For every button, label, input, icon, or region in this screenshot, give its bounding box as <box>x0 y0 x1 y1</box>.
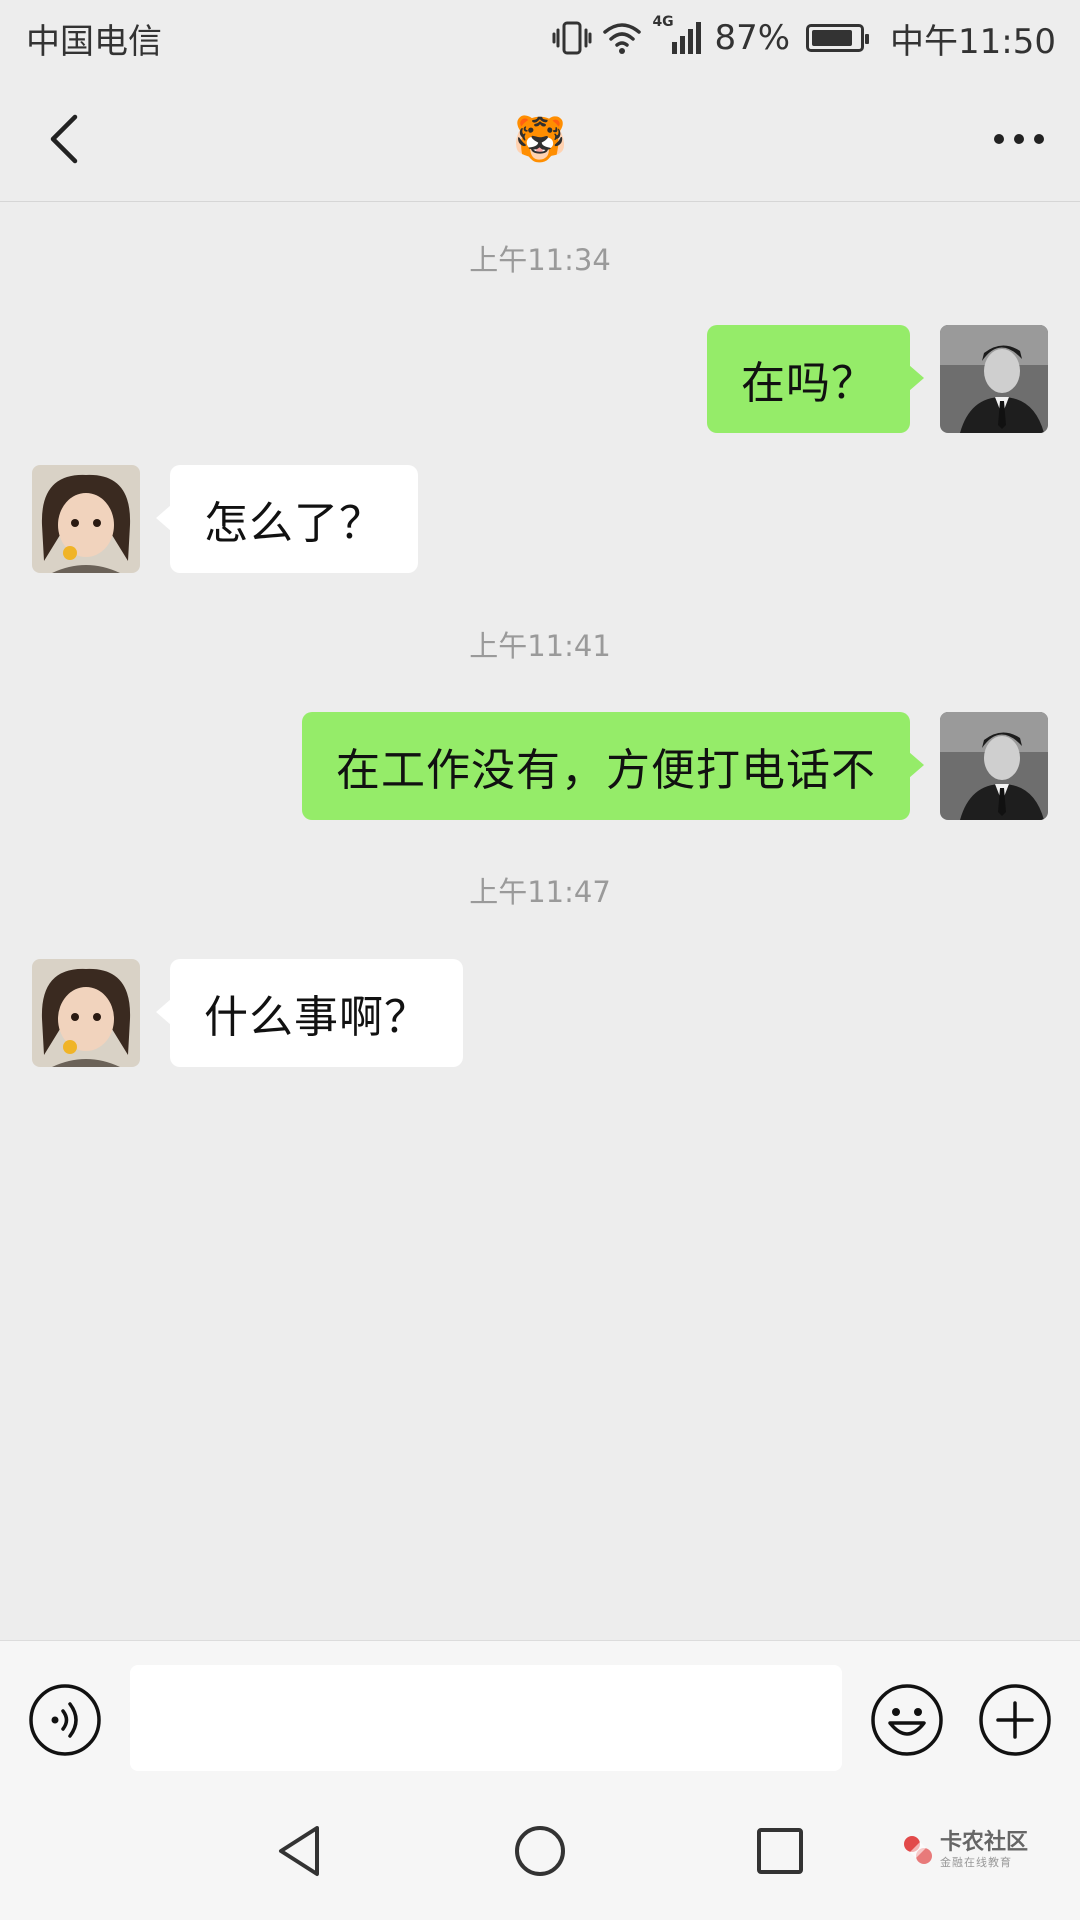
back-button[interactable] <box>30 104 100 174</box>
carrier-label: 中国电信 <box>26 21 162 62</box>
kanong-logo-icon <box>904 1836 932 1864</box>
clock: 中午11:50 <box>890 21 1056 62</box>
watermark-logo: 卡农社区 金融在线教育 <box>900 1832 1028 1868</box>
plus-icon <box>979 1684 1051 1756</box>
my-avatar[interactable] <box>940 325 1048 433</box>
contact-avatar[interactable] <box>32 465 140 573</box>
watermark-subtitle: 金融在线教育 <box>940 1856 1012 1869</box>
nav-home-button[interactable] <box>505 1816 575 1886</box>
timestamp: 上午11:34 <box>469 243 611 277</box>
message-input[interactable] <box>130 1665 842 1771</box>
circle-home-icon <box>515 1826 565 1876</box>
network-type-label: 4G <box>652 14 674 30</box>
battery-percent: 87% <box>714 18 791 58</box>
message-list[interactable]: 上午11:34 在吗？ 怎么了？ 上午11:41 在工作没有，方便打电话不 上午… <box>0 203 1080 1640</box>
received-message-bubble[interactable]: 怎么了？ <box>156 465 418 573</box>
watermark-title: 卡农社区 <box>940 1830 1029 1855</box>
vibrate-icon <box>552 20 592 56</box>
add-button[interactable] <box>978 1683 1052 1757</box>
nav-back-button[interactable] <box>264 1816 334 1886</box>
chat-header: 🐯 <box>0 76 1080 202</box>
contact-avatar[interactable] <box>32 959 140 1067</box>
emoji-icon <box>871 1684 943 1756</box>
received-message-bubble[interactable]: 什么事啊？ <box>156 959 463 1067</box>
nav-recents-button[interactable] <box>745 1816 815 1886</box>
battery-icon <box>806 24 870 52</box>
emoji-button[interactable] <box>870 1683 944 1757</box>
chat-title: 🐯 <box>512 113 568 165</box>
composer-bar <box>0 1640 1080 1782</box>
sent-message-bubble[interactable]: 在工作没有，方便打电话不 <box>302 712 924 820</box>
square-recents-icon <box>757 1828 803 1874</box>
timestamp: 上午11:47 <box>469 875 611 909</box>
chevron-left-icon <box>50 114 78 163</box>
more-button[interactable] <box>984 104 1054 174</box>
system-nav-bar: 卡农社区 金融在线教育 <box>0 1782 1080 1920</box>
triangle-back-icon <box>279 1826 319 1876</box>
my-avatar[interactable] <box>940 712 1048 820</box>
ellipsis-icon <box>994 133 1044 144</box>
signal-icon: 4G <box>652 14 704 56</box>
sent-message-bubble[interactable]: 在吗？ <box>707 325 924 433</box>
voice-icon <box>29 1684 101 1756</box>
status-indicators: 4G 87% 中午11:50 <box>552 14 1056 63</box>
timestamp: 上午11:41 <box>469 629 611 663</box>
voice-button[interactable] <box>28 1683 102 1757</box>
status-bar: 中国电信 4G 87% 中午11:50 <box>0 0 1080 76</box>
wifi-icon <box>602 21 642 55</box>
